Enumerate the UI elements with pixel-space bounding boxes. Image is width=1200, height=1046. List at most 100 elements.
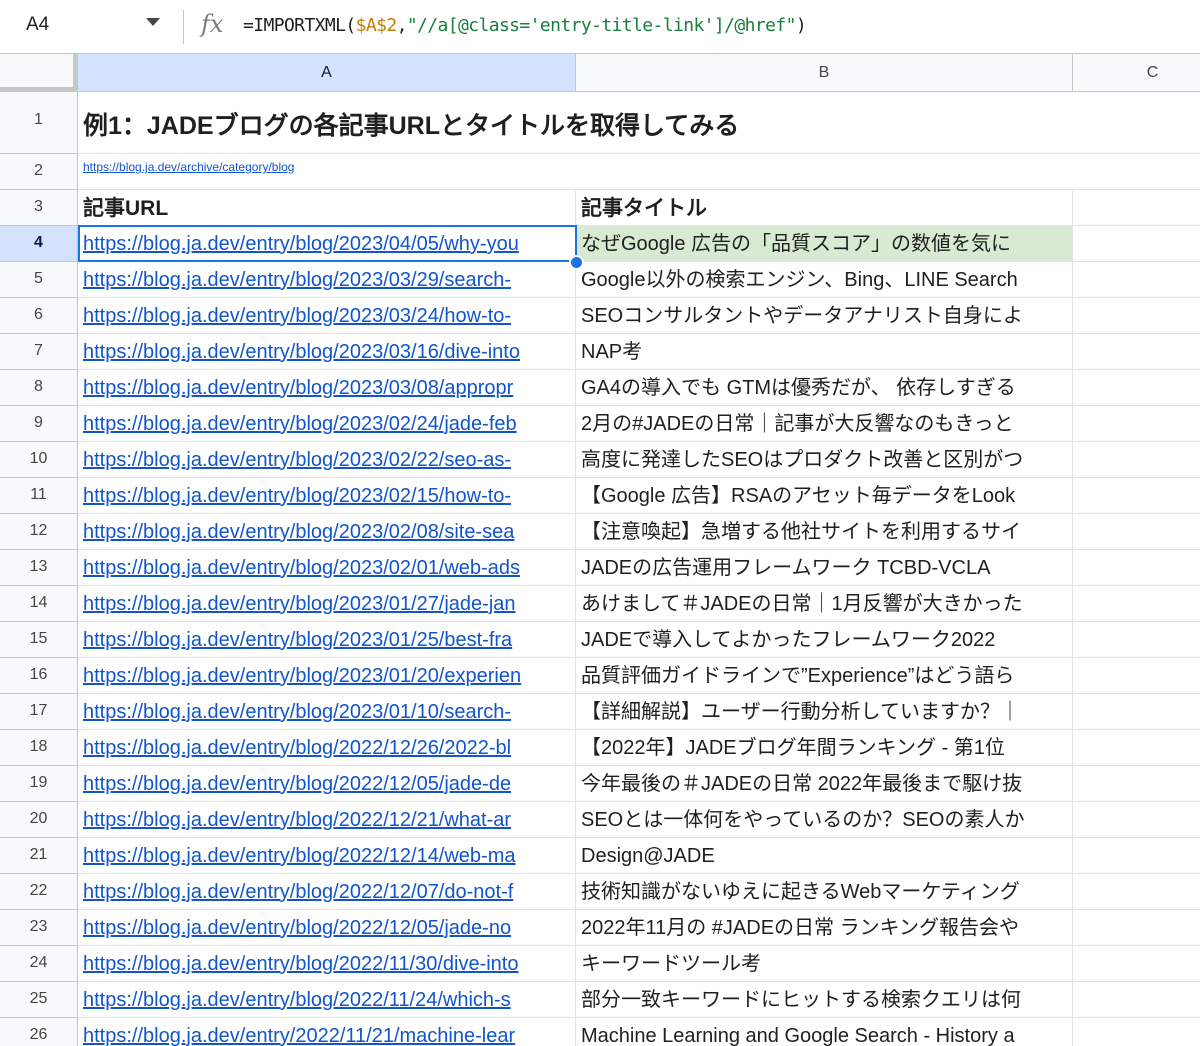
url-cell[interactable]: https://blog.ja.dev/entry/blog/2023/03/2…	[78, 298, 576, 334]
sheet-heading[interactable]: 例1：JADEブログの各記事URLとタイトルを取得してみる	[78, 92, 739, 154]
row-header-15[interactable]: 15	[0, 622, 78, 658]
empty-cell[interactable]	[1073, 370, 1200, 406]
row-header-20[interactable]: 20	[0, 802, 78, 838]
empty-cell[interactable]	[1073, 154, 1200, 190]
url-cell[interactable]: https://blog.ja.dev/entry/blog/2022/11/2…	[78, 982, 576, 1018]
empty-cell[interactable]	[1073, 874, 1200, 910]
title-cell[interactable]: JADEの広告運用フレームワーク TCBD-VCLA	[576, 550, 1073, 586]
row-header-23[interactable]: 23	[0, 910, 78, 946]
empty-cell[interactable]	[1073, 982, 1200, 1018]
url-cell[interactable]: https://blog.ja.dev/entry/blog/2022/12/0…	[78, 874, 576, 910]
empty-cell[interactable]	[1073, 262, 1200, 298]
row-header-3[interactable]: 3	[0, 190, 78, 226]
url-cell[interactable]: https://blog.ja.dev/entry/blog/2023/02/0…	[78, 514, 576, 550]
row-header-19[interactable]: 19	[0, 766, 78, 802]
row-header-18[interactable]: 18	[0, 730, 78, 766]
title-cell[interactable]: 高度に発達したSEOはプロダクト改善と区別がつ	[576, 442, 1073, 478]
empty-cell[interactable]	[1073, 730, 1200, 766]
url-cell[interactable]: https://blog.ja.dev/entry/blog/2023/02/1…	[78, 478, 576, 514]
url-cell[interactable]: https://blog.ja.dev/entry/blog/2023/03/0…	[78, 370, 576, 406]
empty-cell[interactable]	[1073, 802, 1200, 838]
empty-cell[interactable]	[1073, 910, 1200, 946]
source-url-link[interactable]: https://blog.ja.dev/archive/category/blo…	[78, 154, 576, 190]
row-header-25[interactable]: 25	[0, 982, 78, 1018]
empty-cell[interactable]	[1073, 550, 1200, 586]
row-header-8[interactable]: 8	[0, 370, 78, 406]
url-cell[interactable]: https://blog.ja.dev/entry/blog/2022/11/3…	[78, 946, 576, 982]
title-cell[interactable]: 技術知識がないゆえに起きるWebマーケティング	[576, 874, 1073, 910]
row-header-4[interactable]: 4	[0, 226, 78, 262]
empty-cell[interactable]	[1073, 658, 1200, 694]
row-header-9[interactable]: 9	[0, 406, 78, 442]
empty-cell[interactable]	[1073, 946, 1200, 982]
url-cell[interactable]: https://blog.ja.dev/entry/blog/2022/12/0…	[78, 766, 576, 802]
empty-cell[interactable]	[1073, 190, 1200, 226]
empty-cell[interactable]	[1073, 92, 1200, 154]
row-header-6[interactable]: 6	[0, 298, 78, 334]
column-header-a[interactable]: A	[78, 54, 576, 92]
title-cell[interactable]: 今年最後の＃JADEの日常 2022年最後まで駆け抜	[576, 766, 1073, 802]
chevron-down-icon[interactable]	[146, 18, 160, 26]
empty-cell[interactable]	[1073, 478, 1200, 514]
name-box[interactable]: A4	[26, 14, 49, 36]
title-cell[interactable]: SEOとは一体何をやっているのか？SEOの素人か	[576, 802, 1073, 838]
row-header-22[interactable]: 22	[0, 874, 78, 910]
empty-cell[interactable]	[1073, 622, 1200, 658]
url-cell[interactable]: https://blog.ja.dev/entry/blog/2023/01/1…	[78, 694, 576, 730]
row-header-17[interactable]: 17	[0, 694, 78, 730]
formula-input[interactable]: =IMPORTXML($A$2,"//a[@class='entry-title…	[243, 15, 807, 36]
title-cell[interactable]: 【Google 広告】RSAのアセット毎データをLook	[576, 478, 1073, 514]
title-cell[interactable]: 【注意喚起】急増する他社サイトを利用するサイ	[576, 514, 1073, 550]
row-header-14[interactable]: 14	[0, 586, 78, 622]
empty-cell[interactable]	[1073, 334, 1200, 370]
row-header-2[interactable]: 2	[0, 154, 78, 190]
url-cell[interactable]: https://blog.ja.dev/entry/blog/2023/01/2…	[78, 658, 576, 694]
fill-handle[interactable]	[569, 255, 584, 270]
header-title[interactable]: 記事タイトル	[576, 190, 1073, 226]
title-cell[interactable]: 2月の#JADEの日常｜記事が大反響なのもきっと	[576, 406, 1073, 442]
empty-cell[interactable]	[1073, 442, 1200, 478]
url-cell[interactable]: https://blog.ja.dev/entry/blog/2023/03/1…	[78, 334, 576, 370]
empty-cell[interactable]	[1073, 298, 1200, 334]
empty-cell[interactable]	[1073, 1018, 1200, 1046]
url-cell[interactable]: https://blog.ja.dev/entry/blog/2023/02/2…	[78, 442, 576, 478]
row-header-5[interactable]: 5	[0, 262, 78, 298]
column-header-c[interactable]: C	[1073, 54, 1200, 92]
url-cell[interactable]: https://blog.ja.dev/entry/blog/2022/12/2…	[78, 730, 576, 766]
title-cell[interactable]: 【2022年】JADEブログ年間ランキング - 第1位	[576, 730, 1073, 766]
empty-cell[interactable]	[1073, 514, 1200, 550]
row-header-26[interactable]: 26	[0, 1018, 78, 1046]
url-cell[interactable]: https://blog.ja.dev/entry/blog/2023/01/2…	[78, 586, 576, 622]
title-cell[interactable]: NAP考	[576, 334, 1073, 370]
row-header-21[interactable]: 21	[0, 838, 78, 874]
url-cell[interactable]: https://blog.ja.dev/entry/blog/2023/02/0…	[78, 550, 576, 586]
title-cell[interactable]: 2022年11月の #JADEの日常 ランキング報告会や	[576, 910, 1073, 946]
title-cell[interactable]	[576, 154, 1073, 190]
row-header-10[interactable]: 10	[0, 442, 78, 478]
title-cell[interactable]: SEOコンサルタントやデータアナリスト自身によ	[576, 298, 1073, 334]
title-cell[interactable]: 品質評価ガイドラインで”Experience”はどう語ら	[576, 658, 1073, 694]
empty-cell[interactable]	[1073, 586, 1200, 622]
title-cell[interactable]: あけまして＃JADEの日常｜1月反響が大きかった	[576, 586, 1073, 622]
empty-cell[interactable]	[1073, 226, 1200, 262]
url-cell[interactable]: https://blog.ja.dev/entry/blog/2022/12/2…	[78, 802, 576, 838]
empty-cell[interactable]	[1073, 406, 1200, 442]
empty-cell[interactable]	[1073, 838, 1200, 874]
title-cell[interactable]: 【詳細解説】ユーザー行動分析していますか？｜	[576, 694, 1073, 730]
header-url[interactable]: 記事URL	[78, 190, 576, 226]
empty-cell[interactable]	[1073, 766, 1200, 802]
row-header-11[interactable]: 11	[0, 478, 78, 514]
title-cell[interactable]: JADEで導入してよかったフレームワーク2022	[576, 622, 1073, 658]
row-header-12[interactable]: 12	[0, 514, 78, 550]
title-cell[interactable]: キーワードツール考	[576, 946, 1073, 982]
title-cell[interactable]: 部分一致キーワードにヒットする検索クエリは何	[576, 982, 1073, 1018]
title-cell[interactable]: なぜGoogle 広告の「品質スコア」の数値を気に	[576, 226, 1073, 262]
row-header-13[interactable]: 13	[0, 550, 78, 586]
title-cell[interactable]: GA4の導入でも GTMは優秀だが、 依存しすぎる	[576, 370, 1073, 406]
title-cell[interactable]: Machine Learning and Google Search - His…	[576, 1018, 1073, 1046]
row-header-1[interactable]: 1	[0, 92, 78, 154]
row-header-16[interactable]: 16	[0, 658, 78, 694]
row-header-24[interactable]: 24	[0, 946, 78, 982]
url-cell[interactable]: https://blog.ja.dev/entry/2022/11/21/mac…	[78, 1018, 576, 1046]
title-cell[interactable]: Design@JADE	[576, 838, 1073, 874]
